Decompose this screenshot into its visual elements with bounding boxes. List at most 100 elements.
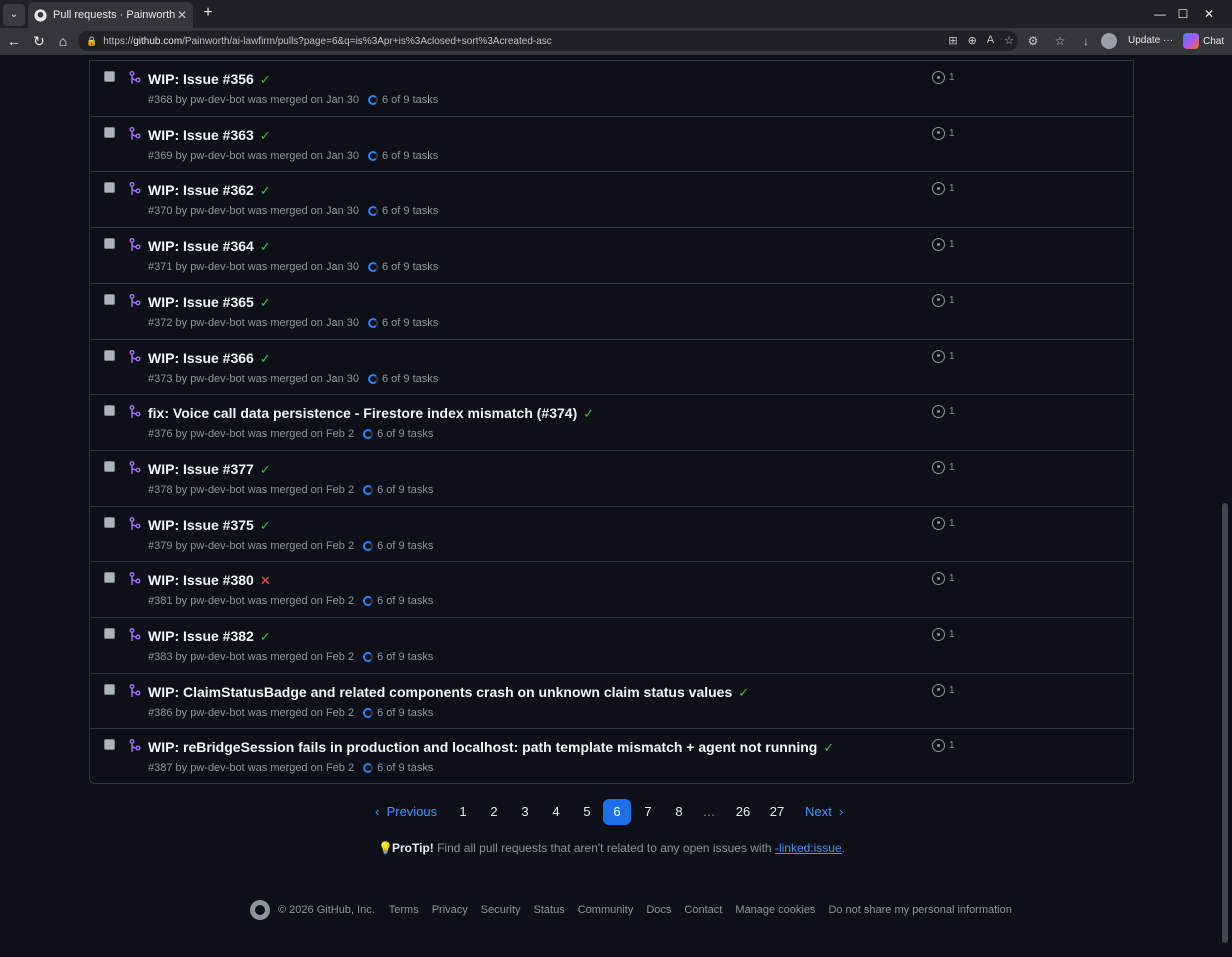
protip-link[interactable]: -linked:issue (775, 841, 842, 855)
task-progress-label[interactable]: 6 of 9 tasks (377, 484, 433, 496)
profile-avatar[interactable] (1101, 33, 1117, 49)
check-passed-icon[interactable]: ✓ (260, 295, 271, 310)
update-button[interactable]: Update ··· (1128, 35, 1173, 46)
pull-request-author[interactable]: pw-dev-bot (190, 150, 244, 162)
select-checkbox[interactable] (104, 516, 115, 528)
pull-request-author[interactable]: pw-dev-bot (190, 484, 244, 496)
page-link[interactable]: 5 (580, 799, 594, 825)
next-page-link[interactable]: Next › (805, 799, 843, 825)
task-progress-label[interactable]: 6 of 9 tasks (382, 205, 438, 217)
check-failed-icon[interactable]: ✕ (260, 573, 271, 588)
task-progress-label[interactable]: 6 of 9 tasks (377, 707, 433, 719)
page-link[interactable]: 8 (672, 799, 686, 825)
previous-page-link[interactable]: ‹ Previous (375, 799, 437, 825)
pull-request-author[interactable]: pw-dev-bot (190, 373, 244, 385)
footer-link[interactable]: Manage cookies (735, 904, 815, 916)
task-progress-label[interactable]: 6 of 9 tasks (382, 94, 438, 106)
pull-request-author[interactable]: pw-dev-bot (190, 261, 244, 273)
check-passed-icon[interactable]: ✓ (260, 183, 271, 198)
extensions-icon[interactable]: ⚙ (1025, 33, 1041, 49)
select-checkbox[interactable] (104, 628, 115, 639)
site-info-icon[interactable]: 🔒 (86, 36, 97, 47)
page-link[interactable]: 3 (518, 799, 532, 825)
check-passed-icon[interactable]: ✓ (260, 629, 271, 644)
read-aloud-icon[interactable]: A (987, 34, 994, 47)
linked-issues[interactable]: 1 (932, 293, 955, 307)
footer-link[interactable]: Status (534, 904, 565, 916)
task-progress-label[interactable]: 6 of 9 tasks (382, 373, 438, 385)
linked-issues[interactable]: 1 (932, 405, 955, 419)
footer-link[interactable]: Security (481, 904, 521, 916)
pull-request-author[interactable]: pw-dev-bot (190, 707, 244, 719)
browser-tab[interactable]: Pull requests · Painworth/ai-lawfirm ✕ (28, 2, 193, 28)
task-progress-label[interactable]: 6 of 9 tasks (382, 261, 438, 273)
footer-link[interactable]: Terms (389, 904, 419, 916)
select-checkbox[interactable] (104, 572, 115, 584)
task-progress-label[interactable]: 6 of 9 tasks (377, 428, 433, 440)
linked-issues[interactable]: 1 (932, 126, 955, 140)
pull-request-title[interactable]: WIP: Issue #362 (148, 182, 254, 198)
back-icon[interactable]: ← (4, 31, 24, 51)
pull-request-title[interactable]: WIP: Issue #365 (148, 294, 254, 310)
select-checkbox[interactable] (104, 460, 115, 472)
select-checkbox[interactable] (104, 405, 115, 417)
more-icon[interactable]: ··· (1163, 35, 1173, 46)
zoom-icon[interactable]: ⊕ (968, 34, 977, 47)
refresh-icon[interactable]: ↻ (29, 31, 49, 51)
close-window-icon[interactable]: ✕ (1186, 0, 1232, 28)
page-link[interactable]: 26 (734, 799, 752, 825)
pull-request-title[interactable]: WIP: reBridgeSession fails in production… (148, 739, 817, 755)
page-link[interactable]: 7 (641, 799, 655, 825)
check-passed-icon[interactable]: ✓ (260, 72, 271, 87)
footer-link[interactable]: Community (578, 904, 634, 916)
select-checkbox[interactable] (104, 71, 115, 82)
pull-request-author[interactable]: pw-dev-bot (190, 762, 244, 774)
footer-link[interactable]: Privacy (432, 904, 468, 916)
page-link[interactable]: 2 (487, 799, 501, 825)
github-logo-icon[interactable] (250, 900, 270, 920)
favorite-star-icon[interactable]: ☆ (1004, 34, 1014, 47)
select-checkbox[interactable] (104, 126, 115, 138)
page-link[interactable]: 27 (768, 799, 786, 825)
pull-request-title[interactable]: WIP: Issue #375 (148, 517, 254, 533)
check-passed-icon[interactable]: ✓ (260, 239, 271, 254)
linked-issues[interactable]: 1 (932, 71, 955, 84)
linked-issues[interactable]: 1 (932, 460, 955, 474)
scrollbar[interactable] (1218, 55, 1232, 957)
linked-issues[interactable]: 1 (932, 628, 955, 641)
pull-request-title[interactable]: WIP: Issue #382 (148, 628, 254, 644)
app-available-icon[interactable]: ⊞ (948, 34, 957, 47)
task-progress-label[interactable]: 6 of 9 tasks (377, 651, 433, 663)
pull-request-title[interactable]: WIP: Issue #363 (148, 127, 254, 143)
select-checkbox[interactable] (104, 182, 115, 194)
linked-issues[interactable]: 1 (932, 182, 955, 196)
select-checkbox[interactable] (104, 349, 115, 361)
pull-request-title[interactable]: WIP: Issue #364 (148, 238, 254, 254)
pull-request-title[interactable]: WIP: Issue #380 (148, 572, 254, 588)
page-link[interactable]: 4 (549, 799, 563, 825)
tab-actions-menu-icon[interactable]: ⌄ (3, 3, 25, 26)
task-progress-label[interactable]: 6 of 9 tasks (377, 540, 433, 552)
pull-request-author[interactable]: pw-dev-bot (190, 317, 244, 329)
pull-request-author[interactable]: pw-dev-bot (190, 428, 244, 440)
task-progress-label[interactable]: 6 of 9 tasks (377, 762, 433, 774)
pull-request-title[interactable]: WIP: Issue #366 (148, 350, 254, 366)
current-page[interactable]: 6 (603, 799, 631, 825)
linked-issues[interactable]: 1 (932, 739, 955, 753)
footer-link[interactable]: Contact (684, 904, 722, 916)
linked-issues[interactable]: 1 (932, 516, 955, 530)
pull-request-title[interactable]: WIP: Issue #377 (148, 461, 254, 477)
check-passed-icon[interactable]: ✓ (823, 740, 834, 755)
task-progress-label[interactable]: 6 of 9 tasks (377, 595, 433, 607)
pull-request-title[interactable]: WIP: ClaimStatusBadge and related compon… (148, 684, 732, 700)
select-checkbox[interactable] (104, 238, 115, 250)
check-passed-icon[interactable]: ✓ (260, 128, 271, 143)
select-checkbox[interactable] (104, 683, 115, 695)
home-icon[interactable]: ⌂ (53, 31, 73, 51)
pull-request-author[interactable]: pw-dev-bot (190, 94, 244, 106)
select-checkbox[interactable] (104, 739, 115, 751)
check-passed-icon[interactable]: ✓ (260, 462, 271, 477)
pull-request-author[interactable]: pw-dev-bot (190, 205, 244, 217)
page-link[interactable]: 1 (456, 799, 470, 825)
scrollbar-thumb[interactable] (1222, 503, 1228, 943)
